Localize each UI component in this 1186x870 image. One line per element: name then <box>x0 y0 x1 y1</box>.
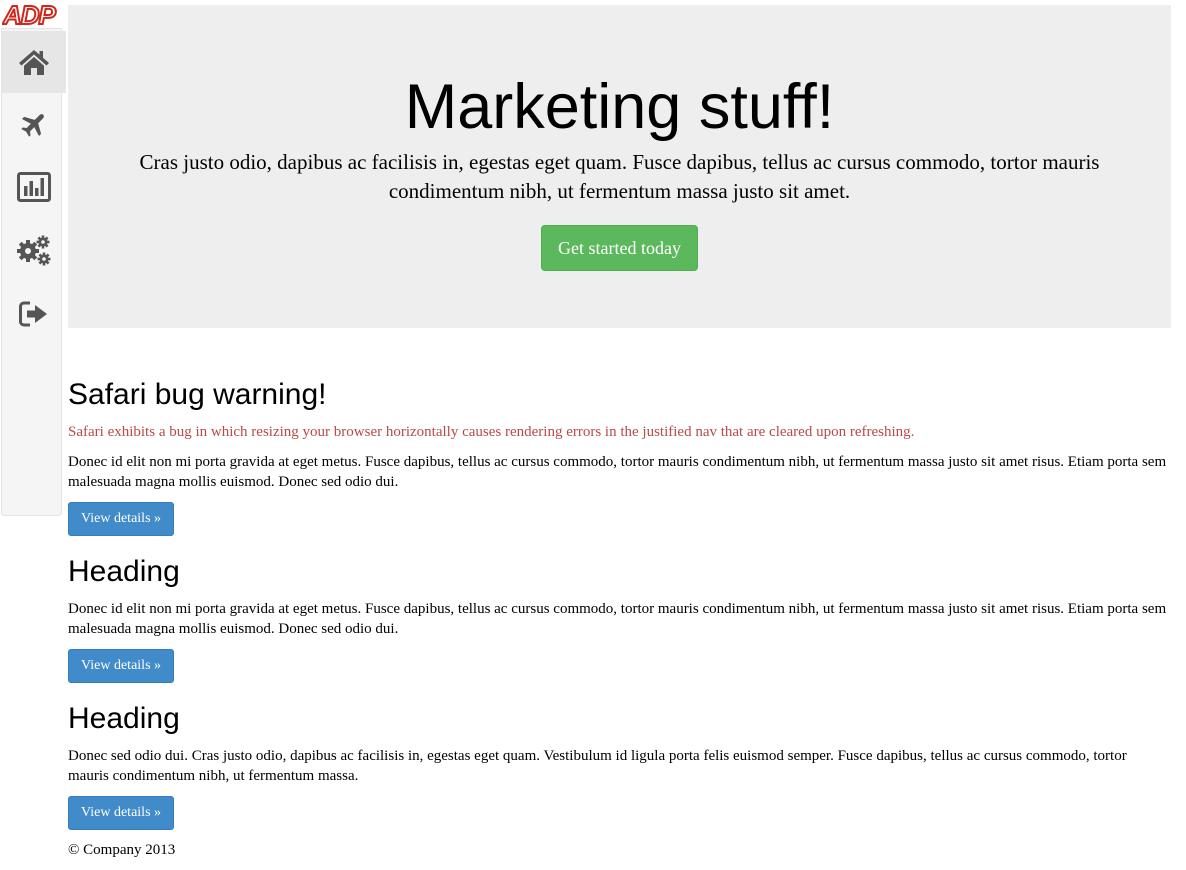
section-body: Donec id elit non mi porta gravida at eg… <box>68 454 1167 490</box>
sign-out-icon <box>19 301 47 327</box>
jumbotron: Marketing stuff! Cras justo odio, dapibu… <box>68 5 1171 328</box>
section-body: Donec id elit non mi porta gravida at eg… <box>68 601 1167 637</box>
sidebar-item-logout[interactable] <box>2 283 66 345</box>
jumbotron-lead: Cras justo odio, dapibus ac facilisis in… <box>139 150 1100 203</box>
bar-chart-icon <box>17 172 51 202</box>
sidebar <box>1 28 66 516</box>
view-details-button[interactable]: View details » <box>68 502 174 536</box>
sidebar-item-home[interactable] <box>2 31 66 93</box>
sidebar-item-flights[interactable] <box>2 93 66 155</box>
adp-logo[interactable]: ADP <box>2 1 62 29</box>
logo-text: ADP <box>2 1 57 29</box>
plane-icon <box>21 114 44 137</box>
sidebar-item-settings[interactable] <box>2 219 66 281</box>
section-title: Heading <box>68 702 180 735</box>
get-started-button[interactable]: Get started today <box>541 225 698 271</box>
home-icon <box>19 50 49 75</box>
section-title: Heading <box>68 555 180 588</box>
section-body: Donec sed odio dui. Cras justo odio, dap… <box>68 748 1127 784</box>
footer-copyright: © Company 2013 <box>68 842 176 858</box>
jumbotron-title: Marketing stuff! <box>404 72 835 142</box>
gears-icon <box>17 235 51 266</box>
view-details-button[interactable]: View details » <box>68 649 174 683</box>
sidebar-item-reports[interactable] <box>2 156 66 218</box>
view-details-button[interactable]: View details » <box>68 796 174 830</box>
safari-warning-text: Safari exhibits a bug in which resizing … <box>68 424 915 440</box>
section-title: Safari bug warning! <box>68 378 327 411</box>
